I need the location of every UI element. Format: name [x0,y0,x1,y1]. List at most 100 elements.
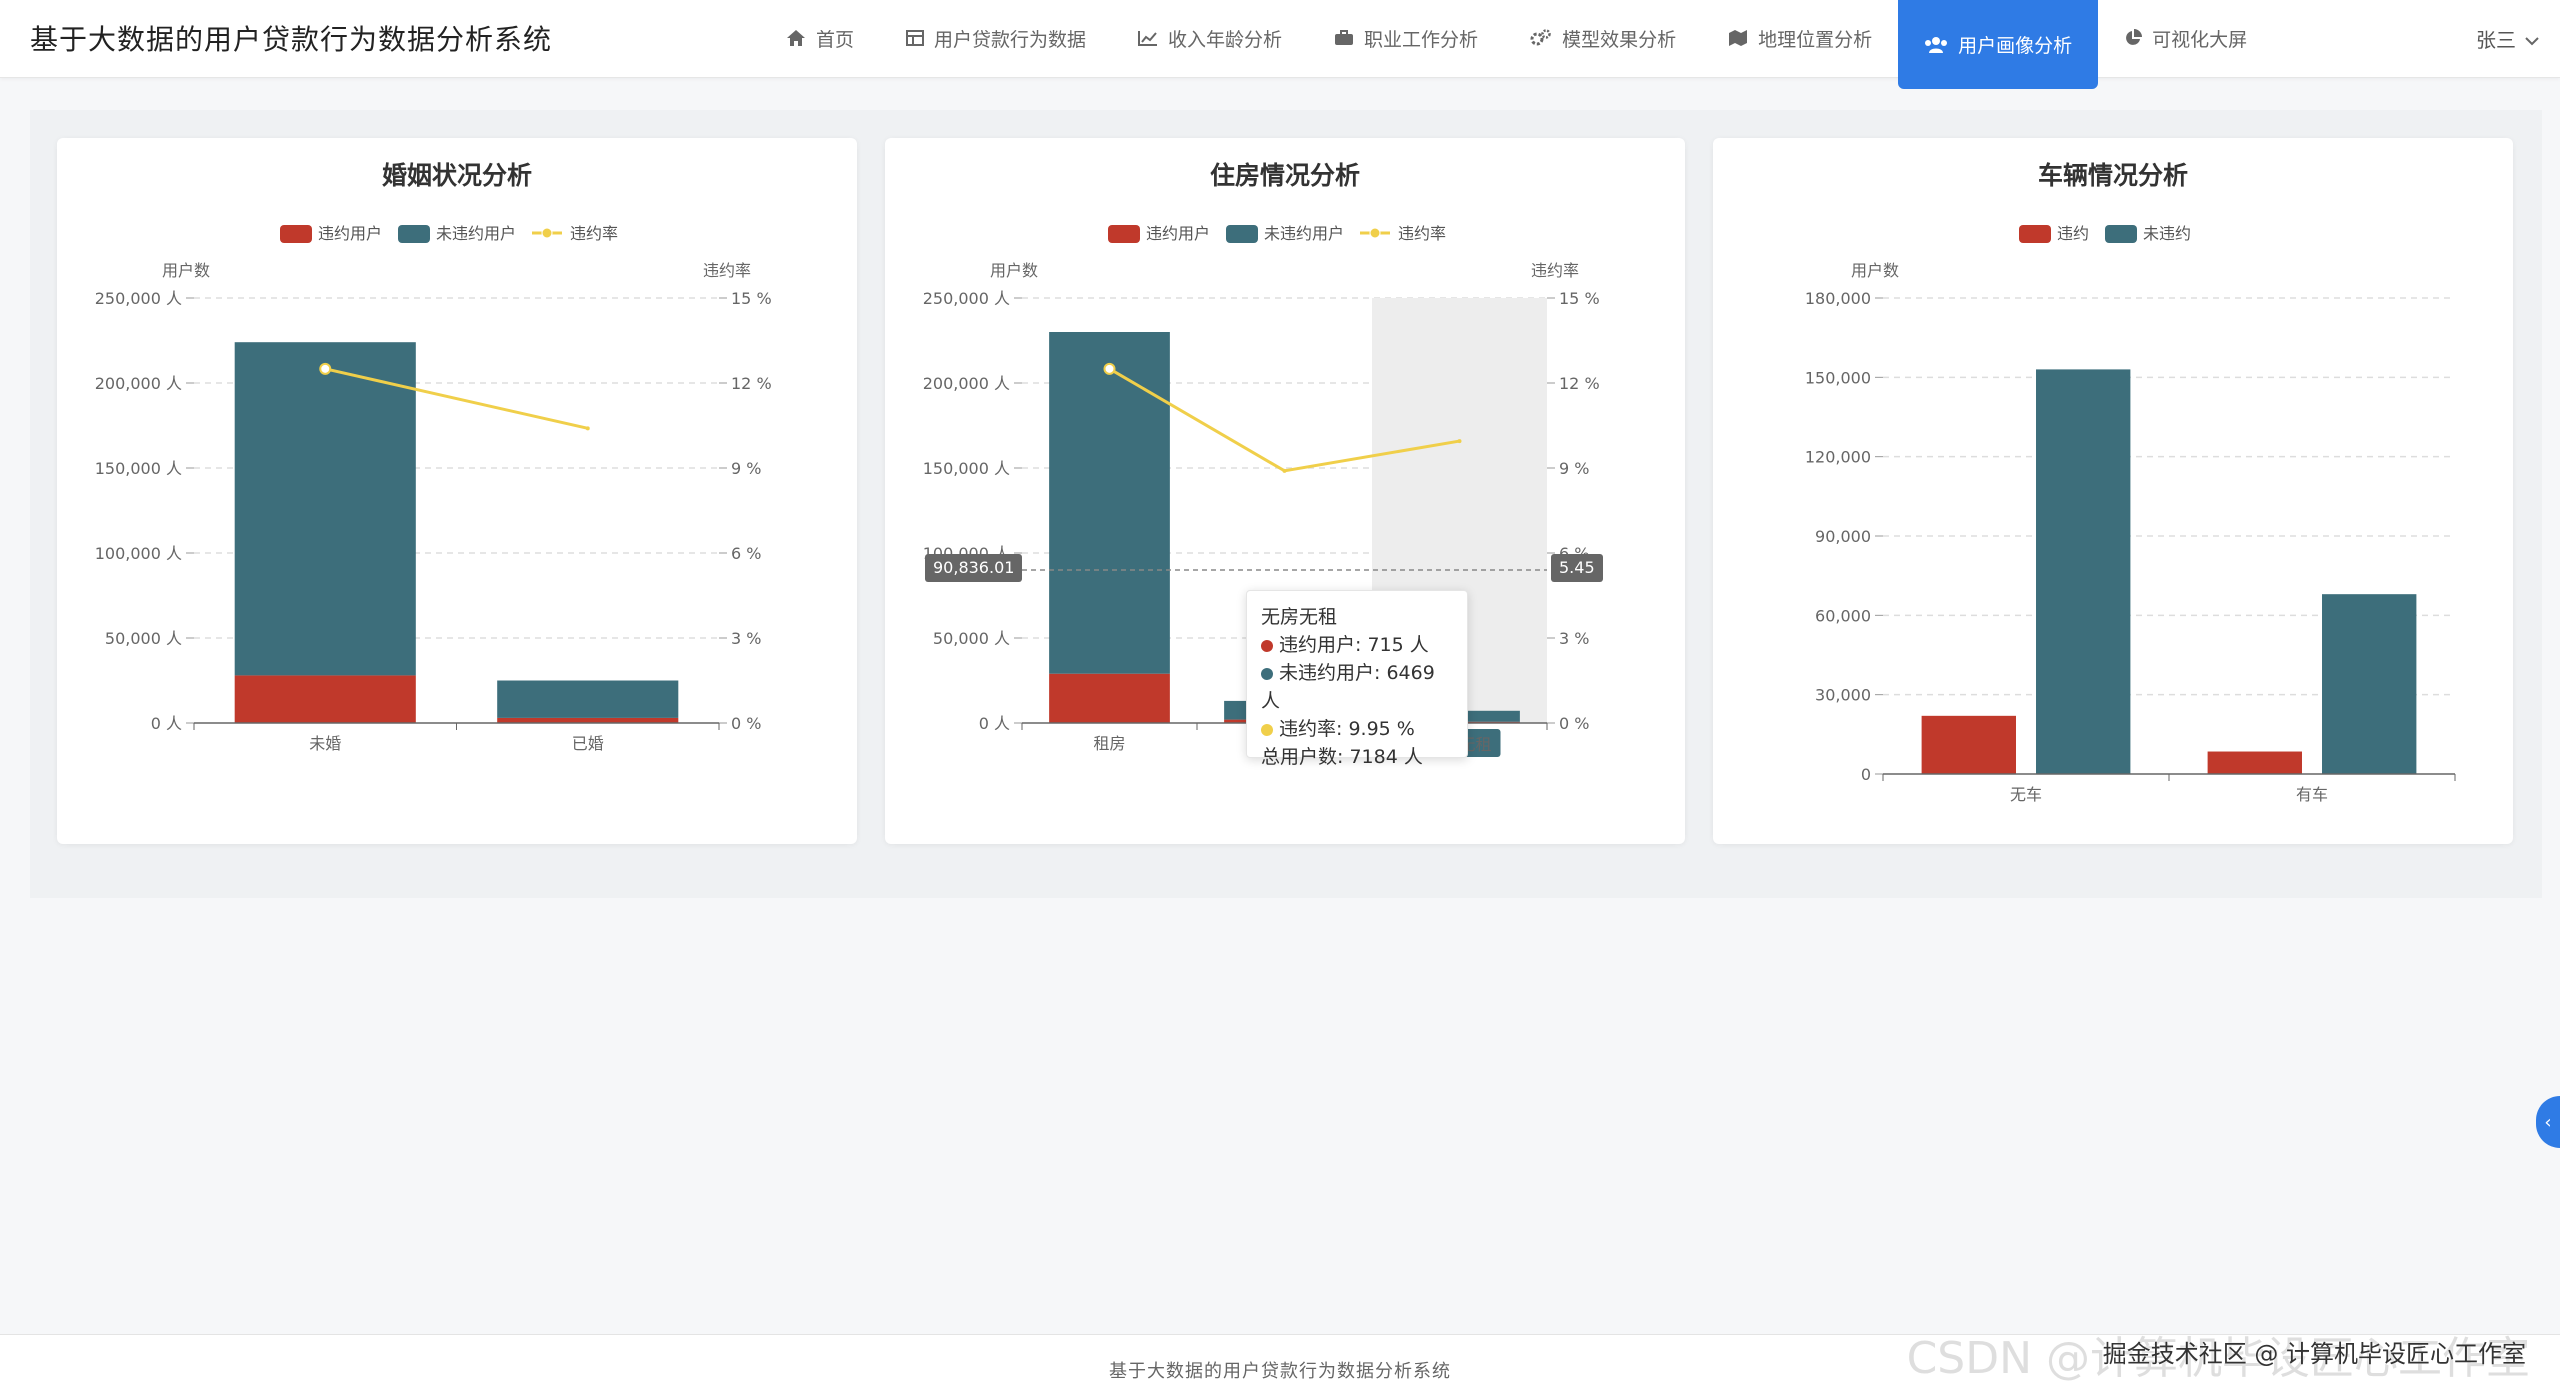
nav-item-label: 用户贷款行为数据 [934,28,1087,51]
nav-item-home[interactable]: 首页 [760,0,880,76]
nav-item-geo[interactable]: 地理位置分析 [1702,0,1898,76]
y-tick-label: 200,000 人 [923,374,1010,393]
bar [497,717,679,723]
y-tick-label: 100,000 人 [95,544,182,563]
tooltip-default-value: 违约用户: 715 人 [1279,634,1429,656]
nondefault-dot-icon [1261,667,1273,680]
legend-dot-icon [1369,227,1381,239]
y2-tick-label: 6 % [731,544,761,563]
y2-tick-label: 0 % [1559,714,1589,733]
pie-chart-icon [2124,29,2143,47]
home-icon [786,29,806,47]
y-tick-label: 120,000 [1805,448,1871,467]
y2-tick-label: 15 % [731,289,772,308]
chart-title: 婚姻状况分析 [382,161,532,190]
nav-item-label: 模型效果分析 [1562,28,1677,51]
tooltip-nondefault-value: 未违约用户: 6469 人 [1261,662,1435,712]
crosshair-left-badge: 90,836.01 [925,554,1023,582]
legend-label: 违约用户 [1146,224,1210,243]
y-axis-name: 用户数 [162,261,210,280]
tooltip-rate-row: 违约率: 9.95 % [1261,715,1453,743]
legend-label: 未违约用户 [436,224,516,243]
y-axis-name: 用户数 [1851,261,1899,280]
legend-label: 违约用户 [318,224,382,243]
chart-title: 住房情况分析 [1210,161,1360,190]
y-tick-label: 150,000 人 [923,459,1010,478]
rate-dot-icon [1261,723,1273,736]
legend-label: 未违约用户 [1264,224,1344,243]
user-menu[interactable]: 张三 [2476,24,2540,53]
x-tick-label: 已婚 [572,734,604,753]
nav-item-label: 职业工作分析 [1364,28,1479,51]
legend-label: 违约率 [570,224,618,243]
crosshair-right-badge: 5.45 [1551,554,1603,582]
gears-icon [1530,29,1552,47]
app-title: 基于大数据的用户贷款行为数据分析系统 [30,23,553,56]
vehicle-chart[interactable]: 车辆情况分析违约 未违约用户数 0 30,000 60,000 90,000 120,000… [1713,138,2513,844]
chart-tooltip: 无房无租 违约用户: 715 人 未违约用户: 6469 人 违约率: 9.95… [1246,590,1468,768]
y-tick-label: 0 [1861,765,1871,784]
legend-swatch [1226,225,1258,243]
y-axis-name: 用户数 [990,261,1038,280]
legend-swatch [2019,225,2051,243]
rate-point [1457,439,1462,444]
bar [1049,332,1170,674]
bar [1049,673,1170,723]
y-tick-label: 150,000 人 [95,459,182,478]
bar [497,680,679,718]
user-name: 张三 [2476,28,2516,52]
marriage-card: 婚姻状况分析 违约用户 未违约用户 违约率 用户数 违约率 0 人0 % 50,000 人3 … [57,138,857,844]
users-icon [1924,36,1948,54]
nav-item-label: 用户画像分析 [1958,35,2073,57]
y2-tick-label: 9 % [1559,459,1589,478]
nav-item-label: 收入年龄分析 [1168,28,1283,51]
nav-item-income-age[interactable]: 收入年龄分析 [1112,0,1308,76]
legend-swatch [398,225,430,243]
y-tick-label: 50,000 人 [933,629,1010,648]
tooltip-default-row: 违约用户: 715 人 [1261,631,1453,659]
y-tick-label: 150,000 [1805,368,1871,387]
y-tick-label: 90,000 [1815,527,1871,546]
legend-swatch [2105,225,2137,243]
x-tick-label: 租房 [1093,734,1125,753]
rate-point [319,362,332,375]
nav-item-user-profile[interactable]: 用户画像分析 [1898,0,2099,89]
y-tick-label: 250,000 人 [923,289,1010,308]
chart-title: 车辆情况分析 [2038,161,2188,190]
y2-tick-label: 12 % [1559,374,1600,393]
nav-item-loan-data[interactable]: 用户贷款行为数据 [880,0,1112,76]
side-panel-toggle[interactable]: ‹ [2536,1096,2560,1148]
y2-tick-label: 0 % [731,714,761,733]
y2-axis-name: 违约率 [703,261,751,280]
y-tick-label: 50,000 人 [105,629,182,648]
nav-item-dashboard[interactable]: 可视化大屏 [2098,0,2273,76]
y2-axis-name: 违约率 [1531,261,1579,280]
rate-point [1282,468,1287,473]
x-tick-label: 有车 [2296,785,2328,804]
legend-label: 违约率 [1398,224,1446,243]
y2-tick-label: 12 % [731,374,772,393]
bar [2036,369,2131,774]
marriage-chart[interactable]: 婚姻状况分析违约用户 未违约用户 违约率用户数 违约率0 人0 %50,000 人3 … [57,138,857,844]
chevron-down-icon [2524,27,2540,51]
legend-label: 违约 [2057,224,2089,243]
nav-item-occupation[interactable]: 职业工作分析 [1308,0,1504,76]
line-chart-icon [1138,30,1158,46]
y2-tick-label: 9 % [731,459,761,478]
table-icon [906,30,925,46]
rate-point [1103,362,1116,375]
y-tick-label: 200,000 人 [95,374,182,393]
y-tick-label: 180,000 [1805,289,1871,308]
legend-swatch [280,225,312,243]
nav-item-label: 地理位置分析 [1758,28,1873,51]
nav-item-model[interactable]: 模型效果分析 [1504,0,1702,76]
legend-label: 未违约 [2143,224,2191,243]
nav-item-label: 首页 [816,28,855,51]
y-tick-label: 0 人 [151,714,182,733]
nav-item-label: 可视化大屏 [2152,28,2248,51]
y-tick-label: 60,000 [1815,606,1871,625]
bar [234,342,416,676]
top-navbar: 基于大数据的用户贷款行为数据分析系统 首页 用户贷款行为数据 收入年龄分析 职业… [0,0,2560,89]
bar [234,675,416,723]
main-nav: 首页 用户贷款行为数据 收入年龄分析 职业工作分析 模型效果分析 地理位置分析 … [760,0,2273,89]
